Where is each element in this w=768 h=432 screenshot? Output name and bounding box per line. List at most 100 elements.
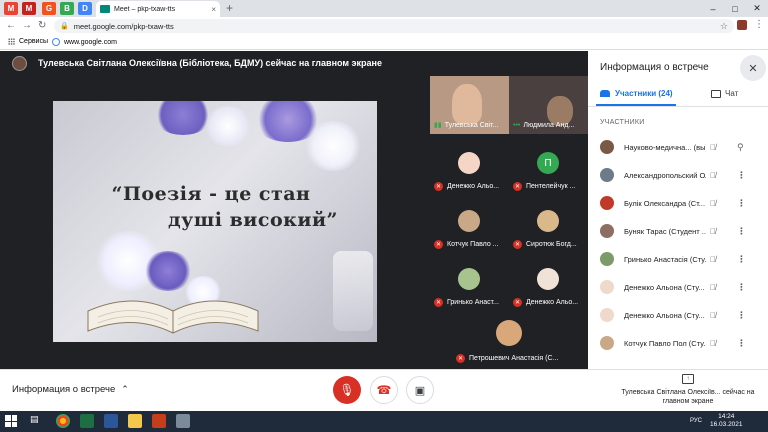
mic-off-icon: ✕ — [434, 240, 443, 249]
more-options-icon[interactable]: ⋮ — [737, 226, 746, 237]
participant-row[interactable]: Денежко Альона (Сту... 🎙̸ ⋮ — [600, 279, 760, 295]
tile-label: ✕ Гринько Анаст... — [434, 298, 499, 307]
participant-name: Котчук Павло Пол (Сту... — [624, 338, 706, 348]
tile-label: ✕ Пентелейчук ... — [513, 182, 575, 191]
participant-tile[interactable]: ✕ Петрошевич Анастасія (С... — [452, 316, 566, 368]
window-close-icon[interactable]: ✕ — [746, 0, 768, 17]
tile-label: ✕ Петрошевич Анастасія (С... — [456, 354, 558, 363]
close-icon[interactable]: × — [211, 5, 216, 14]
tab-chat[interactable]: Чат — [711, 89, 738, 98]
chat-icon — [711, 89, 721, 98]
participant-name: Гринько Анастасія (Сту... — [624, 254, 706, 264]
participant-row[interactable]: Булік Олександра (Ст... 🎙̸ ⋮ — [600, 195, 760, 211]
mic-off-icon: ✕ — [456, 354, 465, 363]
pin-icon[interactable]: ⚲ — [737, 142, 744, 153]
mic-off-icon: ✕ — [513, 298, 522, 307]
participant-tile[interactable]: П ✕ Пентелейчук ... — [509, 146, 588, 196]
word-icon[interactable] — [104, 414, 118, 428]
participant-name: Булік Олександра (Ст... — [624, 198, 706, 208]
participant-row[interactable]: Котчук Павло Пол (Сту... 🎙̸ ⋮ — [600, 335, 760, 351]
participant-avatar — [458, 210, 480, 232]
participant-row[interactable]: Науково-медична... (вы) 🎙̸ ⚲ — [600, 139, 760, 155]
blogger-tab-icon[interactable]: G — [42, 2, 56, 15]
maximize-icon[interactable]: □ — [724, 0, 746, 17]
new-tab-button[interactable]: + — [226, 1, 233, 15]
more-options-icon[interactable]: ⋮ — [737, 282, 746, 293]
browser-menu-icon[interactable]: ⋮ — [754, 19, 764, 30]
active-tab-meet[interactable]: Meet – pkp-txaw-tts × — [96, 1, 220, 17]
meeting-info-label: Информация о встрече — [12, 384, 116, 395]
slide-title-line1: “Поезія - це стан — [111, 183, 311, 205]
app-icon[interactable] — [176, 414, 190, 428]
participant-tile[interactable]: ✕ Сиротюк Богд... — [509, 204, 588, 254]
google-icon — [52, 38, 60, 46]
sheets-tab-icon[interactable]: B — [60, 2, 74, 15]
toggle-camera-button[interactable]: ▣ — [406, 376, 434, 404]
more-options-icon[interactable]: ⋮ — [737, 170, 746, 181]
address-bar[interactable]: 🔒 meet.google.com/pkp-txaw-tts ☆ — [54, 19, 734, 33]
mic-off-icon: 🎙 — [339, 383, 355, 397]
shared-screen-slide: “Поезія - це стан душі високий” — [53, 101, 377, 342]
star-icon[interactable]: ☆ — [720, 21, 728, 32]
tile-name: Сиротюк Богд... — [526, 241, 577, 248]
lock-icon: 🔒 — [60, 23, 69, 30]
file-explorer-icon[interactable] — [128, 414, 142, 428]
mic-off-icon: 🎙̸ — [710, 254, 716, 264]
participant-tile[interactable]: ••• Людмила Анд... — [509, 76, 588, 134]
task-view-icon[interactable]: ▤ — [30, 414, 44, 428]
bookmark-google[interactable]: www.google.com — [52, 38, 117, 46]
mic-off-icon: 🎙̸ — [710, 338, 716, 348]
participant-video — [452, 84, 482, 124]
reload-icon[interactable]: ↻ — [38, 20, 46, 31]
leave-call-button[interactable]: ☎ — [370, 376, 398, 404]
tile-label: ✕ Котчук Павло ... — [434, 240, 499, 249]
mic-off-icon: ✕ — [513, 240, 522, 249]
windows-start-icon[interactable] — [5, 415, 17, 427]
bookmark-apps[interactable]: Сервисы — [8, 38, 48, 45]
meeting-info-button[interactable]: Информация о встрече ⌃ — [12, 384, 129, 395]
participant-tile[interactable]: ✕ Денежко Альо... — [430, 146, 509, 196]
gmail-tab-icon[interactable]: M — [22, 2, 36, 15]
tile-label: ▮▮ Тулевська Світ... — [434, 121, 498, 130]
tab-label: Чат — [725, 89, 739, 98]
participant-avatar — [537, 268, 559, 290]
tile-name: Пентелейчук ... — [526, 183, 576, 190]
avatar — [600, 168, 614, 182]
gmail-tab-icon[interactable]: M — [4, 2, 18, 15]
toggle-mic-button[interactable]: 🎙 — [333, 376, 361, 404]
chrome-icon[interactable] — [56, 414, 70, 428]
forward-arrow-icon[interactable]: → — [22, 20, 32, 31]
more-options-icon[interactable]: ⋮ — [737, 338, 746, 349]
participant-tile[interactable]: ✕ Денежко Альо... — [509, 262, 588, 312]
close-panel-button[interactable]: ✕ — [740, 55, 766, 81]
more-options-icon[interactable]: ⋮ — [737, 198, 746, 209]
participant-avatar — [537, 210, 559, 232]
presenter-banner: Тулевська Світлана Олексіївна (Бібліотек… — [38, 58, 382, 68]
participant-row[interactable]: Буняк Тарас (Студент ... 🎙̸ ⋮ — [600, 223, 760, 239]
minimize-icon[interactable]: – — [702, 0, 724, 17]
clock-date: 16.03.2021 — [710, 421, 743, 428]
clock[interactable]: 14:24 16.03.2021 — [710, 413, 743, 429]
extension-icon[interactable] — [737, 20, 747, 30]
participant-row[interactable]: Денежко Альона (Сту... 🎙̸ ⋮ — [600, 307, 760, 323]
present-screen-icon[interactable]: ↑ — [682, 374, 694, 384]
participant-tile[interactable]: ✕ Котчук Павло ... — [430, 204, 509, 254]
more-options-icon[interactable]: ⋮ — [737, 310, 746, 321]
participant-row[interactable]: Александропольский Оле... 🎙̸ ⋮ — [600, 167, 760, 183]
presenting-status[interactable]: Тулевська Світлана Олексіїв... сейчас на… — [620, 388, 756, 406]
powerpoint-icon[interactable] — [152, 414, 166, 428]
input-language[interactable]: РУС — [690, 418, 702, 424]
participant-tile[interactable]: ✕ Гринько Анаст... — [430, 262, 509, 312]
flower-decoration — [203, 106, 253, 146]
slide-title-line2: душі високий” — [168, 209, 338, 231]
avatar — [600, 140, 614, 154]
docs-tab-icon[interactable]: D — [78, 2, 92, 15]
more-options-icon[interactable]: ⋮ — [737, 254, 746, 265]
participant-row[interactable]: Гринько Анастасія (Сту... 🎙̸ ⋮ — [600, 251, 760, 267]
back-arrow-icon[interactable]: ← — [6, 20, 16, 31]
tab-participants[interactable]: Участники (24) — [600, 89, 673, 98]
tab-label: Участники (24) — [615, 89, 673, 98]
excel-icon[interactable] — [80, 414, 94, 428]
participant-tile[interactable]: ▮▮ Тулевська Світ... — [430, 76, 509, 134]
mic-off-icon: 🎙̸ — [710, 310, 716, 320]
